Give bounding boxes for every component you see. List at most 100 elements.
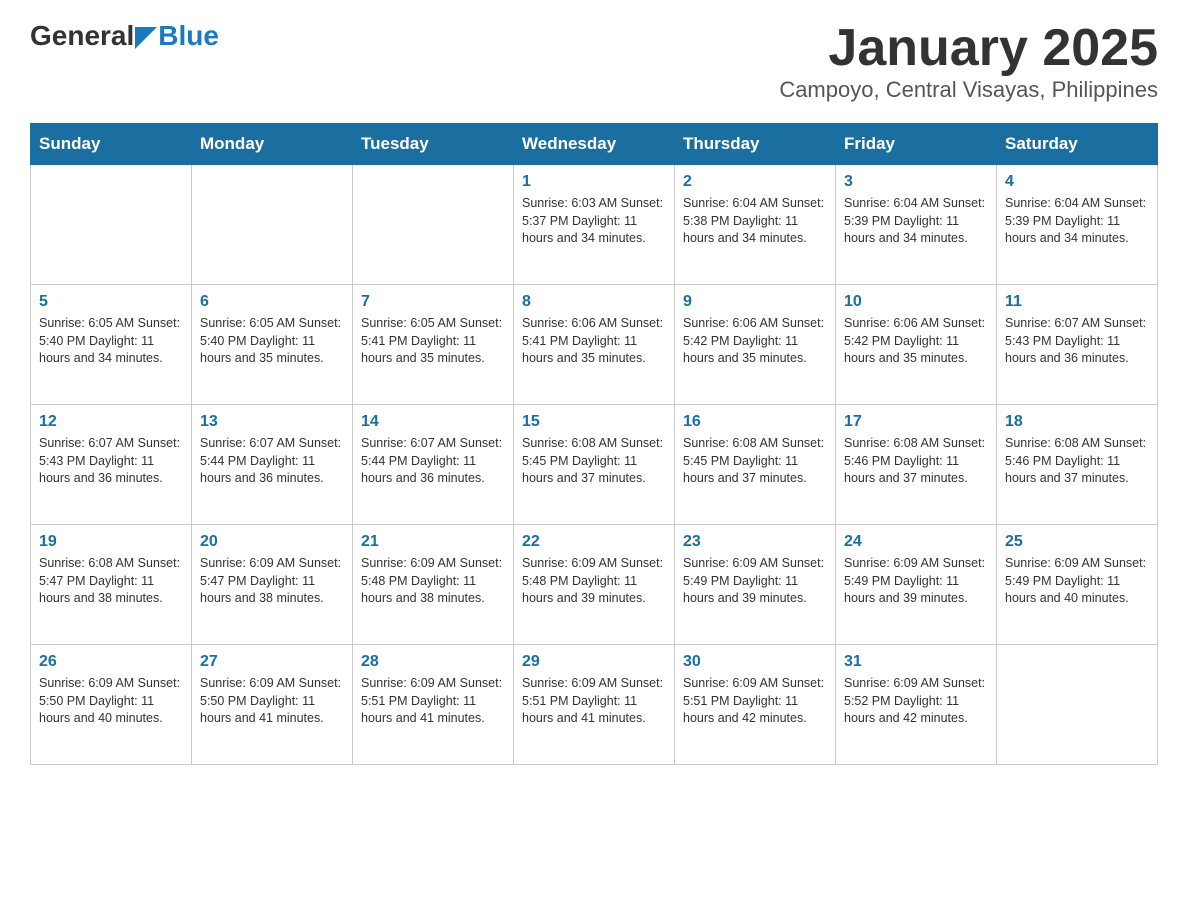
day-info: Sunrise: 6:08 AM Sunset: 5:47 PM Dayligh… [39,555,183,608]
calendar-cell: 19Sunrise: 6:08 AM Sunset: 5:47 PM Dayli… [31,525,192,645]
calendar-cell: 31 Sunrise: 6:09 AM Sunset: 5:52 PM Dayli… [836,645,997,765]
calendar-cell: 16Sunrise: 6:08 AM Sunset: 5:45 PM Dayli… [675,405,836,525]
day-number: 30 [683,653,827,671]
calendar-week-row: 5 Sunrise: 6:05 AM Sunset: 5:40 PM Daylig… [31,285,1158,405]
day-info: Sunrise: 6:08 AM Sunset: 5:45 PM Dayligh… [522,435,666,488]
day-info: Sunrise: 6:08 AM Sunset: 5:45 PM Dayligh… [683,435,827,488]
day-info: Sunrise: 6:09 AM Sunset: 5:48 PM Dayligh… [361,555,505,608]
day-info: Sunrise: 6:07 AM Sunset: 5:43 PM Dayligh… [1005,315,1149,368]
calendar-cell [353,165,514,285]
day-info: Sunrise: 6:08 AM Sunset: 5:46 PM Dayligh… [844,435,988,488]
day-info: Sunrise: 6:09 AM Sunset: 5:49 PM Dayligh… [1005,555,1149,608]
page-header: General Blue January 2025 Campoyo, Centr… [30,20,1158,103]
calendar-cell [31,165,192,285]
calendar-cell: 18 Sunrise: 6:08 AM Sunset: 5:46 PM Dayli… [997,405,1158,525]
calendar-cell: 13 Sunrise: 6:07 AM Sunset: 5:44 PM Dayli… [192,405,353,525]
day-info: Sunrise: 6:04 AM Sunset: 5:39 PM Dayligh… [844,195,988,248]
day-number: 29 [522,653,666,671]
day-info: Sunrise: 6:09 AM Sunset: 5:50 PM Dayligh… [200,675,344,728]
day-number: 12 [39,413,183,431]
day-number: 17 [844,413,988,431]
calendar-cell: 22Sunrise: 6:09 AM Sunset: 5:48 PM Dayli… [514,525,675,645]
calendar-cell: 8Sunrise: 6:06 AM Sunset: 5:41 PM Daylig… [514,285,675,405]
calendar-cell: 6 Sunrise: 6:05 AM Sunset: 5:40 PM Daylig… [192,285,353,405]
logo-general: General [30,20,134,52]
day-info: Sunrise: 6:05 AM Sunset: 5:40 PM Dayligh… [200,315,344,368]
calendar-cell: 7Sunrise: 6:05 AM Sunset: 5:41 PM Daylig… [353,285,514,405]
weekday-header-row: SundayMondayTuesdayWednesdayThursdayFrid… [31,124,1158,165]
weekday-header-tuesday: Tuesday [353,124,514,165]
day-number: 11 [1005,293,1149,311]
calendar-cell: 12 Sunrise: 6:07 AM Sunset: 5:43 PM Dayli… [31,405,192,525]
calendar-week-row: 19Sunrise: 6:08 AM Sunset: 5:47 PM Dayli… [31,525,1158,645]
calendar-week-row: 1 Sunrise: 6:03 AM Sunset: 5:37 PM Daylig… [31,165,1158,285]
logo-blue: Blue [158,20,219,52]
calendar-cell: 2 Sunrise: 6:04 AM Sunset: 5:38 PM Daylig… [675,165,836,285]
calendar-cell: 29 Sunrise: 6:09 AM Sunset: 5:51 PM Dayli… [514,645,675,765]
day-number: 1 [522,173,666,191]
day-number: 2 [683,173,827,191]
day-info: Sunrise: 6:03 AM Sunset: 5:37 PM Dayligh… [522,195,666,248]
weekday-header-monday: Monday [192,124,353,165]
day-info: Sunrise: 6:08 AM Sunset: 5:46 PM Dayligh… [1005,435,1149,488]
page-title: January 2025 [779,20,1158,77]
calendar-cell: 17 Sunrise: 6:08 AM Sunset: 5:46 PM Dayli… [836,405,997,525]
day-number: 7 [361,293,505,311]
title-section: January 2025 Campoyo, Central Visayas, P… [779,20,1158,103]
day-number: 10 [844,293,988,311]
day-info: Sunrise: 6:04 AM Sunset: 5:38 PM Dayligh… [683,195,827,248]
day-number: 18 [1005,413,1149,431]
page-subtitle: Campoyo, Central Visayas, Philippines [779,77,1158,103]
calendar-cell: 20 Sunrise: 6:09 AM Sunset: 5:47 PM Dayli… [192,525,353,645]
calendar-table: SundayMondayTuesdayWednesdayThursdayFrid… [30,123,1158,765]
day-number: 5 [39,293,183,311]
day-number: 6 [200,293,344,311]
day-number: 15 [522,413,666,431]
day-info: Sunrise: 6:09 AM Sunset: 5:47 PM Dayligh… [200,555,344,608]
day-number: 25 [1005,533,1149,551]
weekday-header-saturday: Saturday [997,124,1158,165]
calendar-cell: 4 Sunrise: 6:04 AM Sunset: 5:39 PM Daylig… [997,165,1158,285]
day-number: 28 [361,653,505,671]
day-number: 13 [200,413,344,431]
day-info: Sunrise: 6:07 AM Sunset: 5:43 PM Dayligh… [39,435,183,488]
weekday-header-thursday: Thursday [675,124,836,165]
calendar-cell: 23 Sunrise: 6:09 AM Sunset: 5:49 PM Dayli… [675,525,836,645]
day-info: Sunrise: 6:06 AM Sunset: 5:41 PM Dayligh… [522,315,666,368]
day-number: 23 [683,533,827,551]
calendar-cell: 1 Sunrise: 6:03 AM Sunset: 5:37 PM Daylig… [514,165,675,285]
calendar-cell: 28 Sunrise: 6:09 AM Sunset: 5:51 PM Dayli… [353,645,514,765]
day-number: 14 [361,413,505,431]
day-info: Sunrise: 6:09 AM Sunset: 5:49 PM Dayligh… [844,555,988,608]
day-number: 9 [683,293,827,311]
day-info: Sunrise: 6:09 AM Sunset: 5:50 PM Dayligh… [39,675,183,728]
day-number: 20 [200,533,344,551]
calendar-cell: 11 Sunrise: 6:07 AM Sunset: 5:43 PM Dayli… [997,285,1158,405]
day-info: Sunrise: 6:06 AM Sunset: 5:42 PM Dayligh… [683,315,827,368]
day-number: 31 [844,653,988,671]
calendar-cell [997,645,1158,765]
calendar-cell [192,165,353,285]
calendar-cell: 21 Sunrise: 6:09 AM Sunset: 5:48 PM Dayli… [353,525,514,645]
day-info: Sunrise: 6:09 AM Sunset: 5:51 PM Dayligh… [361,675,505,728]
day-info: Sunrise: 6:07 AM Sunset: 5:44 PM Dayligh… [200,435,344,488]
calendar-cell: 15 Sunrise: 6:08 AM Sunset: 5:45 PM Dayli… [514,405,675,525]
day-number: 26 [39,653,183,671]
weekday-header-wednesday: Wednesday [514,124,675,165]
calendar-cell: 26 Sunrise: 6:09 AM Sunset: 5:50 PM Dayli… [31,645,192,765]
day-info: Sunrise: 6:05 AM Sunset: 5:40 PM Dayligh… [39,315,183,368]
day-info: Sunrise: 6:09 AM Sunset: 5:49 PM Dayligh… [683,555,827,608]
calendar-cell: 9 Sunrise: 6:06 AM Sunset: 5:42 PM Daylig… [675,285,836,405]
calendar-cell: 3Sunrise: 6:04 AM Sunset: 5:39 PM Daylig… [836,165,997,285]
logo: General Blue [30,20,219,52]
weekday-header-sunday: Sunday [31,124,192,165]
logo-triangle-icon [135,27,157,49]
day-info: Sunrise: 6:09 AM Sunset: 5:52 PM Dayligh… [844,675,988,728]
day-info: Sunrise: 6:09 AM Sunset: 5:51 PM Dayligh… [522,675,666,728]
day-number: 4 [1005,173,1149,191]
day-number: 27 [200,653,344,671]
day-info: Sunrise: 6:06 AM Sunset: 5:42 PM Dayligh… [844,315,988,368]
day-info: Sunrise: 6:04 AM Sunset: 5:39 PM Dayligh… [1005,195,1149,248]
weekday-header-friday: Friday [836,124,997,165]
day-number: 21 [361,533,505,551]
